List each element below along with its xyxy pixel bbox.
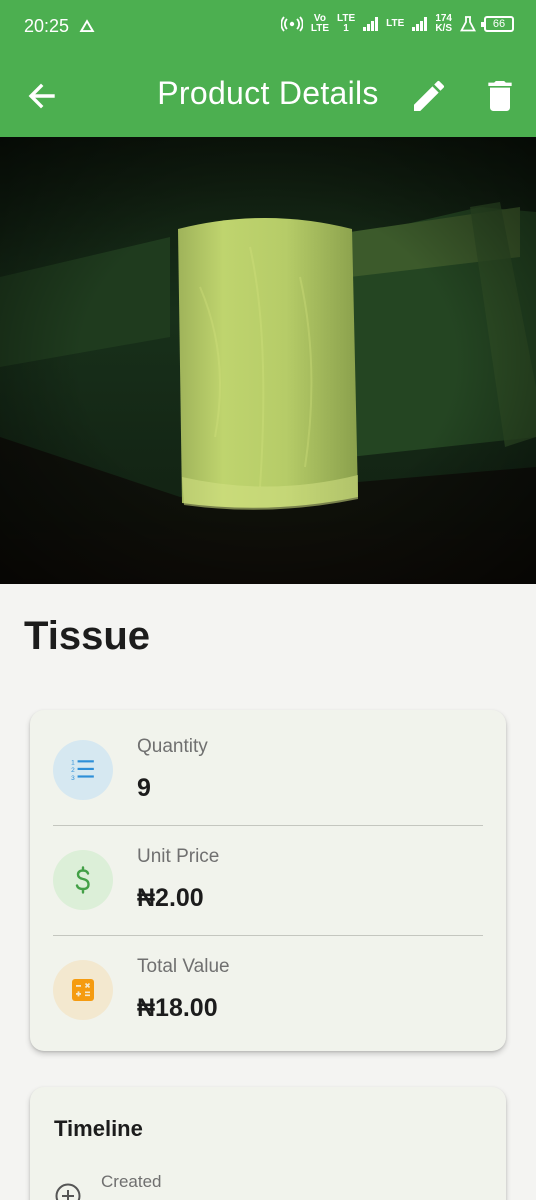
volte-indicator: Vo LTE (310, 13, 329, 34)
status-bar: 20:25 Vo LTE LTE 1 LTE 174 K/S 66 (0, 0, 536, 56)
product-name: Tissue (24, 614, 150, 658)
signal-1-icon (363, 17, 379, 31)
total-value-row: Total Value ₦18.00 (30, 930, 506, 1040)
svg-text:3: 3 (71, 775, 75, 782)
timeline-item-label: Created (101, 1172, 162, 1191)
add-circle-icon (55, 1183, 81, 1200)
network-speed: 174 K/S (435, 13, 452, 34)
product-photo (0, 137, 536, 584)
battery-indicator: 66 (481, 16, 514, 32)
timeline-title: Timeline (54, 1116, 143, 1141)
app-bar: Product Details (0, 56, 536, 137)
svg-text:1: 1 (71, 760, 75, 767)
signal-2-icon (412, 17, 428, 31)
total-value-value: ₦18.00 (137, 994, 218, 1022)
page-title: Product Details (157, 75, 379, 111)
delete-trash-icon[interactable] (480, 76, 520, 116)
svg-text:2: 2 (71, 767, 75, 774)
status-indicators: Vo LTE LTE 1 LTE 174 K/S 66 (280, 13, 514, 34)
unit-price-label: Unit Price (137, 846, 220, 867)
edit-pencil-icon[interactable] (409, 76, 449, 116)
calculator-icon (53, 960, 113, 1020)
numbered-list-icon: 1 2 3 (53, 740, 113, 800)
quantity-value: 9 (137, 774, 151, 802)
timeline-card: Timeline Created (30, 1087, 506, 1200)
unit-price-row: Unit Price ₦2.00 (30, 820, 506, 930)
lte1-label: LTE 1 (337, 13, 356, 34)
flask-icon (460, 16, 476, 32)
product-stats-card: 1 2 3 Quantity 9 Unit Price ₦2.00 Total … (30, 710, 506, 1051)
dollar-icon (53, 850, 113, 910)
quantity-row: 1 2 3 Quantity 9 (30, 710, 506, 820)
lte2-label: LTE (386, 18, 405, 29)
status-time: 20:25 (24, 16, 70, 36)
drive-icon (79, 19, 95, 32)
quantity-label: Quantity (137, 736, 208, 757)
hotspot-icon (280, 16, 303, 32)
total-value-label: Total Value (137, 956, 230, 977)
unit-price-value: ₦2.00 (137, 884, 204, 912)
